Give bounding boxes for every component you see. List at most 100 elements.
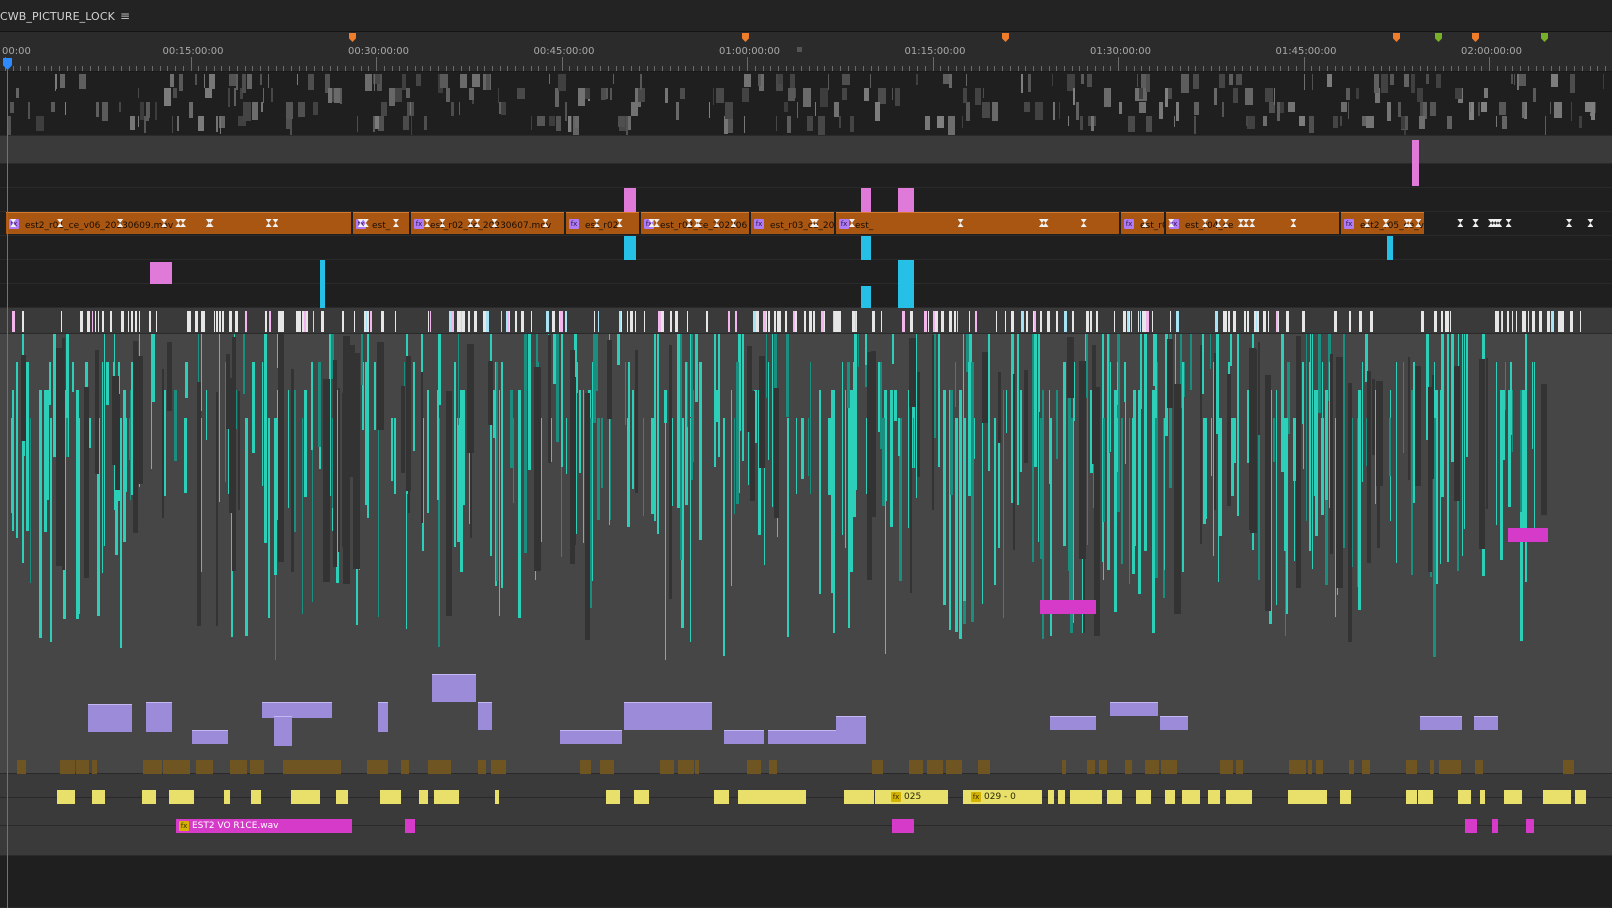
music-clip[interactable] <box>146 702 172 732</box>
title-clip[interactable] <box>1497 311 1500 332</box>
title-clip[interactable] <box>450 311 454 332</box>
title-clip[interactable] <box>934 311 938 332</box>
title-clip[interactable] <box>1539 311 1543 332</box>
title-clip[interactable] <box>902 311 906 332</box>
audio-clip[interactable] <box>304 418 306 491</box>
title-clip[interactable] <box>297 311 301 332</box>
music-clip[interactable] <box>274 716 292 746</box>
audio-clip[interactable] <box>1163 418 1165 570</box>
title-clip[interactable] <box>302 311 305 332</box>
graphic-clip[interactable] <box>624 236 636 260</box>
title-clip[interactable] <box>506 311 509 332</box>
audio-clip[interactable] <box>458 334 459 425</box>
audio-clip[interactable] <box>1446 334 1449 562</box>
title-clip[interactable] <box>283 311 285 332</box>
title-clip[interactable] <box>482 311 486 332</box>
audio-clip[interactable] <box>1031 334 1034 562</box>
title-clip[interactable] <box>220 311 222 332</box>
audio-clip[interactable] <box>653 334 656 521</box>
video-clip[interactable]: fx est_r04_ce <box>1166 212 1339 234</box>
title-clip[interactable] <box>461 311 465 332</box>
title-clip[interactable] <box>1446 311 1450 332</box>
music-clip[interactable] <box>836 716 866 744</box>
sfx-clip[interactable] <box>283 760 292 774</box>
title-clip[interactable] <box>837 311 841 332</box>
title-clip[interactable] <box>121 311 125 332</box>
dialogue-clip[interactable] <box>419 790 429 804</box>
title-clip[interactable] <box>1086 311 1090 332</box>
dialogue-clip[interactable] <box>169 790 187 804</box>
dialogue-clip[interactable] <box>1423 790 1433 804</box>
sequence-marker[interactable] <box>1393 33 1400 42</box>
dialogue-clip[interactable] <box>1339 790 1351 804</box>
title-clip[interactable] <box>1333 311 1336 332</box>
title-clip[interactable] <box>924 311 928 332</box>
audio-clip[interactable] <box>831 390 834 593</box>
audio-clip[interactable] <box>625 362 627 425</box>
sfx-clip[interactable] <box>1316 760 1323 774</box>
sequence-marker[interactable] <box>742 33 749 42</box>
dialogue-clip[interactable] <box>99 790 106 804</box>
title-clip[interactable] <box>773 311 776 332</box>
audio-clip[interactable] <box>1237 334 1240 516</box>
audio-clip[interactable] <box>796 418 798 494</box>
title-clip[interactable] <box>1246 311 1249 332</box>
audio-clip[interactable] <box>16 362 19 538</box>
audio-clip[interactable] <box>731 390 733 586</box>
title-clip[interactable] <box>12 311 16 332</box>
dialogue-clip[interactable] <box>1136 790 1146 804</box>
sequence-marker[interactable] <box>1472 33 1479 42</box>
title-clip[interactable] <box>675 311 679 332</box>
audio-clip[interactable] <box>694 334 698 402</box>
video-clip[interactable]: fx est2_r01_ce_v06_20230609.mov <box>6 212 351 234</box>
audio-clip[interactable] <box>627 418 630 527</box>
title-clip[interactable] <box>1420 311 1424 332</box>
title-clip[interactable] <box>1511 311 1513 332</box>
title-clip[interactable] <box>508 311 510 332</box>
audio-clip[interactable] <box>205 390 207 440</box>
sfx-clip[interactable] <box>600 760 614 774</box>
title-clip[interactable] <box>1524 311 1527 332</box>
title-clip[interactable] <box>1089 311 1092 332</box>
audio-clip[interactable] <box>378 418 380 617</box>
title-clip[interactable] <box>1141 311 1145 332</box>
sfx-clip[interactable] <box>1475 760 1484 774</box>
audio-clip[interactable] <box>766 334 768 398</box>
graphic-clip[interactable] <box>861 188 871 212</box>
audio-clip[interactable] <box>1229 334 1232 366</box>
audio-clip[interactable] <box>854 334 858 490</box>
title-clip[interactable] <box>128 311 130 332</box>
title-clip[interactable] <box>1501 311 1503 332</box>
audio-clip[interactable] <box>119 418 122 648</box>
audio-clip[interactable] <box>1465 334 1468 457</box>
audio-clip[interactable] <box>11 390 14 531</box>
audio-clip[interactable] <box>373 362 376 430</box>
title-clip[interactable] <box>643 311 645 332</box>
dialogue-clip[interactable] <box>1310 790 1316 804</box>
title-clip[interactable] <box>1516 311 1518 332</box>
audio-clip[interactable] <box>1512 390 1514 452</box>
audio-clip[interactable] <box>672 418 674 506</box>
audio-clip[interactable] <box>1361 362 1363 482</box>
audio-clip[interactable] <box>962 334 964 427</box>
title-clip[interactable] <box>201 311 205 332</box>
title-clip[interactable] <box>956 311 958 332</box>
graphic-clip[interactable] <box>898 188 914 212</box>
sfx-clip[interactable] <box>16 760 26 774</box>
title-clip[interactable] <box>234 311 238 332</box>
audio-clip[interactable] <box>715 390 719 422</box>
dialogue-clip[interactable] <box>1560 790 1572 804</box>
audio-clip[interactable] <box>512 418 514 503</box>
dialogue-clip[interactable] <box>223 790 230 804</box>
sfx-clip[interactable] <box>1508 528 1548 542</box>
sfx-clip[interactable] <box>433 760 451 774</box>
title-clip[interactable] <box>222 311 225 332</box>
dialogue-clip[interactable] <box>853 790 862 804</box>
title-clip[interactable] <box>1222 311 1225 332</box>
title-clip[interactable] <box>1301 311 1305 332</box>
title-clip[interactable] <box>559 311 563 332</box>
audio-clip[interactable] <box>954 418 958 632</box>
title-clip[interactable] <box>995 311 997 332</box>
sequence-marker[interactable] <box>1002 33 1009 42</box>
audio-clip[interactable] <box>123 390 127 542</box>
